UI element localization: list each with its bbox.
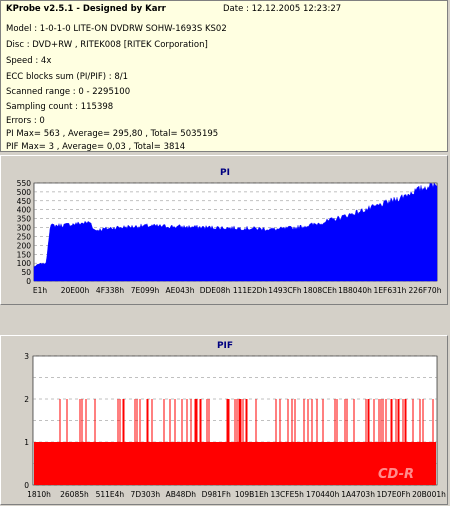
pif-y-tick-label: 3 [24, 352, 29, 361]
pi-x-tick-label: E1h [33, 286, 48, 295]
model-line: Model : 1-0-1-0 LITE-ON DVDRW SOHW-1693S… [6, 24, 227, 34]
pif-x-tick-label: 511E4h [96, 490, 125, 499]
pif-x-tick-label: 1D7E0Fh [377, 490, 411, 499]
pif-chart-title: PIF [217, 341, 233, 351]
pif-baseline-fill [34, 442, 436, 485]
info-panel: KProbe v2.5.1 - Designed by Karr Date : … [0, 0, 448, 152]
pi-chart: PI 050100150200250300350400450500550 E1h 20… [17, 168, 442, 295]
pi-y-tick-label: 400 [17, 206, 32, 215]
pi-y-tick-label: 250 [17, 232, 32, 241]
pif-summary-line: PIF Max= 3 , Average= 0,03 , Total= 3814 [6, 142, 186, 152]
pi-x-tick-label: 1808CEh [303, 286, 337, 295]
pi-y-tick-label: 0 [26, 277, 31, 286]
disc-line: Disc : DVD+RW , RITEK008 [RITEK Corporat… [6, 40, 208, 50]
pi-chart-title: PI [220, 168, 230, 178]
pif-x-tick-label: 7D303h [131, 490, 161, 499]
pi-x-tick-label: 1B8040h [338, 286, 372, 295]
ecc-line: ECC blocks sum (PI/PIF) : 8/1 [6, 72, 129, 82]
sampling-line: Sampling count : 115398 [6, 102, 114, 112]
app-title: KProbe v2.5.1 - Designed by Karr [6, 4, 166, 14]
pi-y-tick-label: 350 [17, 215, 32, 224]
pi-y-tick-label: 200 [17, 241, 32, 250]
pif-x-tick-label: 20B001h [412, 490, 446, 499]
pif-x-tick-label: AB48Dh [166, 490, 197, 499]
pi-x-tick-label: 1493CFh [268, 286, 302, 295]
pi-chart-panel: PI 0 50 100 150 200 250 300 350 400 450 500 550 E1h 20… [0, 155, 448, 305]
pi-y-tick-label: 500 [17, 188, 32, 197]
range-line: Scanned range : 0 - 2295100 [6, 87, 131, 97]
pif-x-tick-label: D981Fh [202, 490, 231, 499]
pi-x-tick-label: 1EF631h [374, 286, 407, 295]
pif-x-tick-label: 170440h [306, 490, 340, 499]
pi-x-tick-label: DDE08h [200, 286, 231, 295]
watermark-logo: CD-R [378, 467, 414, 482]
pif-y-tick-label: 2 [24, 395, 29, 404]
pif-y-tick-label: 0 [24, 481, 29, 490]
pi-x-tick-label: AE043h [166, 286, 195, 295]
pi-x-tick-label: 7E099h [131, 286, 160, 295]
pif-chart-panel: PIF 0 1 2 3 1810h 26085h 511E4h 7D303h AB48Dh D981… [0, 335, 448, 505]
pi-summary-line: PI Max= 563 , Average= 295,80 , Total= 5… [6, 129, 219, 139]
pi-x-tick-label: 111E2Dh [233, 286, 268, 295]
pi-x-tick-label: 20E00h [61, 286, 90, 295]
pif-x-tick-label: 13CFE5h [271, 490, 305, 499]
pi-x-tick-label: 4F338h [96, 286, 124, 295]
pi-y-tick-label: 550 [17, 179, 32, 188]
pi-y-tick-label: 100 [17, 259, 32, 268]
pif-y-tick-label: 1 [24, 438, 29, 447]
pi-x-tick-label: 226F70h [409, 286, 442, 295]
speed-line: Speed : 4x [6, 56, 52, 66]
pi-y-tick-label: 50 [21, 268, 31, 277]
pif-x-tick-label: 26085h [60, 490, 89, 499]
pif-x-tick-label: 1810h [27, 490, 51, 499]
pif-x-tick-label: 109B1Eh [235, 490, 269, 499]
scan-date: Date : 12.12.2005 12:23:27 [223, 4, 342, 14]
pi-y-tick-label: 300 [17, 224, 32, 233]
pi-y-tick-label: 150 [17, 250, 32, 259]
pif-x-tick-label: 1A4703h [341, 490, 375, 499]
errors-line: Errors : 0 [6, 116, 45, 126]
pif-chart: PIF 0 1 2 3 1810h 26085h 511E4h 7D303h AB48Dh D981… [24, 341, 446, 499]
pi-y-tick-label: 450 [17, 197, 32, 206]
